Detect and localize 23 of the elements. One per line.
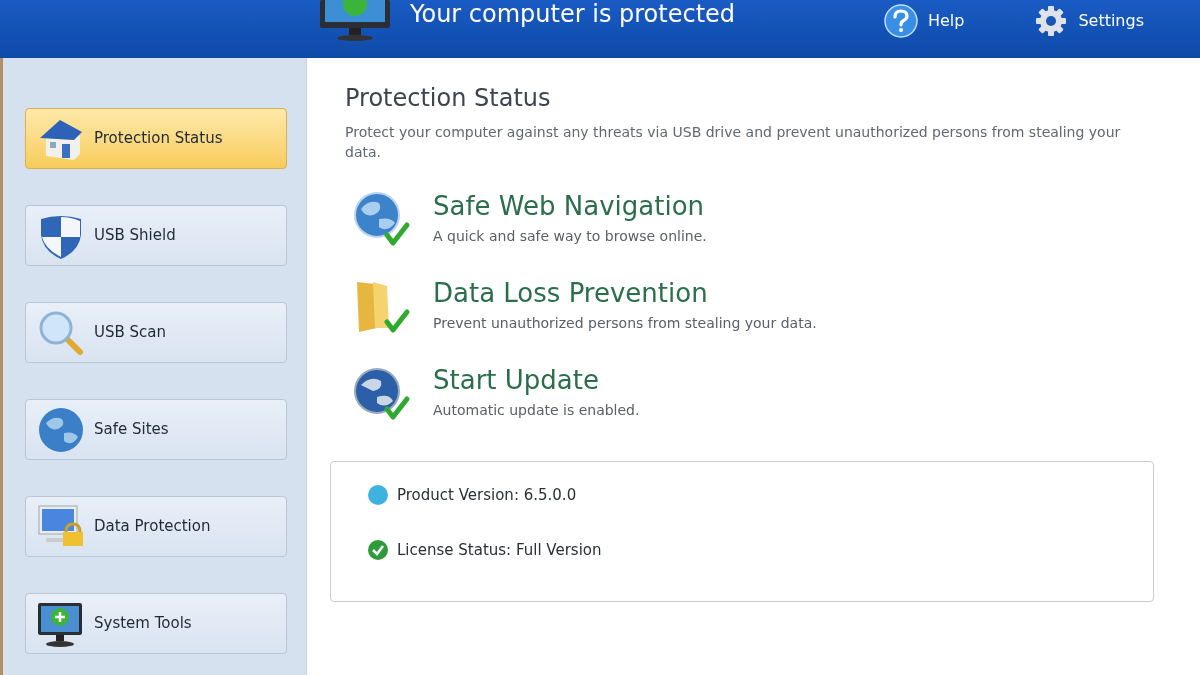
- feature-title[interactable]: Start Update: [433, 364, 640, 396]
- info-text: License Status: Full Version: [397, 539, 602, 561]
- feature-title[interactable]: Data Loss Prevention: [433, 277, 817, 309]
- sidebar-item[interactable]: System Tools: [25, 593, 287, 654]
- info-text: Product Version: 6.5.0.0: [397, 485, 577, 506]
- sidebar-item[interactable]: Protection Status: [25, 108, 287, 169]
- header-button[interactable]: Settings: [1034, 4, 1144, 38]
- sidebar-item[interactable]: USB Scan: [25, 302, 287, 363]
- page-description: Protect your computer against any threats via USB drive and prevent unauthorized persons from stealing your data.: [345, 123, 1122, 162]
- sidebar-item[interactable]: USB Shield: [25, 205, 287, 266]
- feature-subtitle: A quick and safe way to browse online.: [433, 227, 707, 246]
- status-title: Your computer is protected: [410, 0, 736, 28]
- check-icon: [367, 538, 389, 561]
- help-icon: [883, 4, 918, 38]
- settings-icon: [1034, 4, 1069, 38]
- sidebar-item[interactable]: Data Protection: [25, 496, 287, 557]
- page-title: Protection Status: [345, 83, 552, 114]
- feature-subtitle: Automatic update is enabled.: [433, 401, 640, 420]
- header-button[interactable]: Help: [883, 4, 965, 38]
- info-dot-icon: [367, 484, 389, 507]
- feature-title[interactable]: Safe Web Navigation: [433, 190, 707, 222]
- sidebar-item[interactable]: Safe Sites: [25, 399, 287, 460]
- feature-subtitle: Prevent unauthorized persons from stealing your data.: [433, 314, 817, 333]
